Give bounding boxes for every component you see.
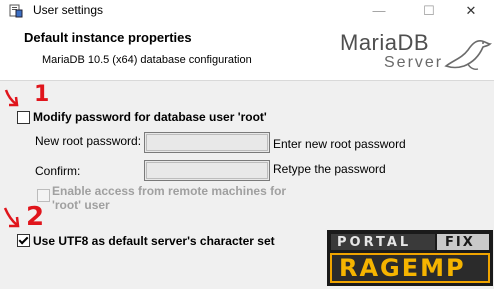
remote-access-checkbox[interactable] xyxy=(37,189,50,202)
watermark-fix-text: FIX xyxy=(445,235,475,250)
close-button[interactable]: ✕ xyxy=(448,0,494,22)
new-password-field[interactable] xyxy=(144,132,270,153)
remote-access-label-line1: Enable access from remote machines for xyxy=(52,184,287,198)
watermark-portal-text: PORTAL xyxy=(337,235,412,250)
new-password-hint: Enter new root password xyxy=(273,137,406,151)
installer-app-icon xyxy=(9,4,23,18)
header-banner: Default instance properties MariaDB 10.5… xyxy=(0,22,494,81)
logo-subtitle: Server xyxy=(384,54,444,71)
sea-lion-logo-icon xyxy=(444,40,492,70)
page-subtitle: MariaDB 10.5 (x64) database configuratio… xyxy=(42,54,252,66)
new-password-label: New root password: xyxy=(35,134,142,148)
annotation-number-2: 2 xyxy=(26,202,45,232)
watermark-ragemp-text: RAGEMP xyxy=(339,254,466,282)
minimize-button[interactable]: — xyxy=(356,0,402,22)
window-title: User settings xyxy=(33,3,104,17)
maximize-button[interactable]: ☐ xyxy=(406,0,452,22)
confirm-password-field[interactable] xyxy=(144,160,270,181)
utf8-label: Use UTF8 as default server's character s… xyxy=(33,234,275,248)
confirm-hint: Retype the password xyxy=(273,162,386,176)
page-title: Default instance properties xyxy=(24,30,192,45)
confirm-label: Confirm: xyxy=(35,164,81,178)
remote-access-label-line2: 'root' user xyxy=(52,198,110,212)
portalfix-ragemp-watermark: PORTAL FIX RAGEMP xyxy=(327,230,493,286)
modify-password-label: Modify password for database user 'root' xyxy=(33,110,267,124)
title-bar: User settings — ☐ ✕ xyxy=(0,0,494,22)
annotation-number-1: 1 xyxy=(34,82,50,107)
utf8-checkbox[interactable] xyxy=(17,234,30,247)
logo-wordmark: MariaDB xyxy=(340,30,430,55)
modify-password-checkbox[interactable] xyxy=(17,111,30,124)
